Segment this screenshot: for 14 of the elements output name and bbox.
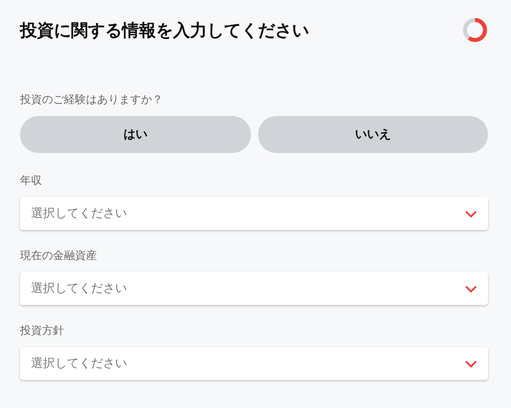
chevron-down-icon [465, 360, 477, 368]
question-label: 投資のご経験はありますか？ [20, 92, 163, 107]
select-field[interactable]: 選択してください [20, 197, 488, 230]
chevron-down-icon [465, 284, 477, 292]
choice-button[interactable]: はい [20, 116, 250, 153]
select-field[interactable]: 選択してください [20, 347, 488, 380]
page-title: 投資に関する情報を入力してください [20, 20, 309, 42]
chevron-down-icon [465, 210, 477, 218]
field-label: 現在の金融資産 [20, 248, 97, 263]
choice-button[interactable]: いいえ [258, 116, 488, 153]
field-label: 年収 [20, 173, 42, 188]
progress-ring [462, 17, 488, 43]
select-field[interactable]: 選択してください [20, 272, 488, 305]
field-label: 投資方針 [20, 323, 64, 338]
